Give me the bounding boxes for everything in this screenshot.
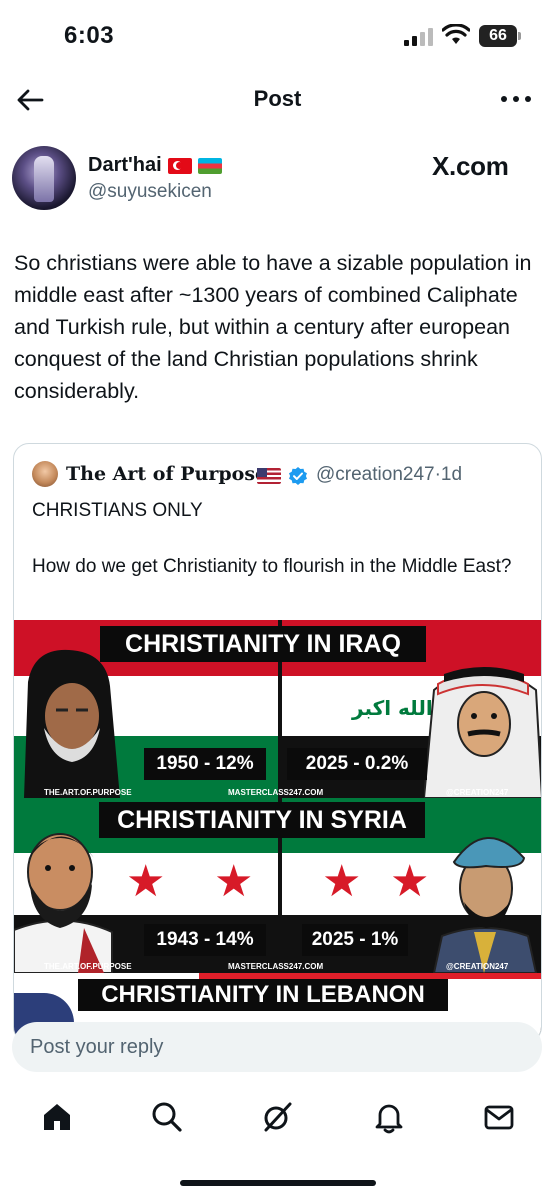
- iraq-right-label: 2025 - 0.2%: [287, 748, 427, 780]
- iraq-title: CHRISTIANITY IN IRAQ: [100, 626, 426, 662]
- page-title: Post: [253, 86, 302, 111]
- syria-title: CHRISTIANITY IN SYRIA: [99, 802, 425, 838]
- bearded-man-illustration: [14, 833, 113, 973]
- quoted-post[interactable]: The Art of Purpose @creation247·1d CHRIS…: [13, 443, 542, 1043]
- verified-badge-icon: [289, 467, 307, 485]
- priest-illustration: [24, 649, 120, 798]
- turkey-flag-icon: [167, 157, 192, 174]
- author-display-name[interactable]: Dart'hai: [88, 154, 162, 177]
- author-handle[interactable]: @suyusekicen: [88, 181, 212, 203]
- syria-center-credit: MASTERCLASS247.COM: [228, 962, 324, 971]
- quoted-post-line-2: How do we get Christianity to flourish i…: [32, 556, 512, 577]
- syria-right-credit: @CREATION247: [446, 962, 509, 971]
- cellular-signal-icon: [404, 28, 434, 46]
- iraq-right-credit: @CREATION247: [446, 788, 509, 797]
- iraq-left-credit: THE.ART.OF.PURPOSE: [44, 788, 132, 797]
- search-icon[interactable]: [150, 1100, 184, 1134]
- battery-icon: 66: [479, 25, 521, 47]
- iraq-section: الله اكبر CHRISTIANITY IN IRAQ 1950 - 12…: [14, 620, 541, 798]
- xcom-logo: X.com: [432, 151, 509, 181]
- syria-flag-star: ★: [214, 857, 254, 906]
- bottom-nav: [0, 1088, 555, 1148]
- syria-right-label: 2025 - 1%: [302, 924, 408, 956]
- infographic-image[interactable]: الله اكبر CHRISTIANITY IN IRAQ 1950 - 12…: [14, 620, 541, 1042]
- post-text: So christians were able to have a sizabl…: [14, 251, 532, 403]
- iraq-flag-script: الله اكبر: [352, 696, 433, 720]
- quoted-author-handle[interactable]: @creation247·1d: [316, 464, 462, 486]
- usa-flag-icon: [257, 468, 281, 484]
- reply-input[interactable]: [12, 1022, 542, 1072]
- quoted-author-avatar[interactable]: [32, 461, 58, 487]
- grok-icon[interactable]: [260, 1100, 294, 1134]
- turban-man-illustration: [432, 837, 538, 973]
- iraq-left-label: 1950 - 12%: [144, 748, 266, 780]
- author-avatar[interactable]: [12, 146, 76, 210]
- syria-flag-star: ★: [322, 857, 362, 906]
- status-time: 6:03: [64, 22, 115, 49]
- arab-man-illustration: [424, 667, 541, 798]
- author-name[interactable]: Dart'hai: [88, 154, 222, 177]
- status-bar: 6:03 66: [0, 0, 555, 70]
- reply-bar: [12, 1022, 542, 1072]
- messages-icon[interactable]: [482, 1100, 516, 1134]
- post-header: Post: [0, 70, 555, 130]
- quoted-post-line-1: CHRISTIANS ONLY: [32, 500, 203, 521]
- notifications-icon[interactable]: [372, 1100, 406, 1134]
- quoted-post-time: 1d: [440, 464, 463, 485]
- more-options-icon[interactable]: [501, 94, 531, 104]
- syria-left-label: 1943 - 14%: [144, 924, 266, 956]
- syria-flag-star: ★: [126, 857, 166, 906]
- wifi-icon: [442, 24, 470, 44]
- syria-section: ★ ★ ★ ★ CHRISTIANITY IN SYRIA 1943 - 14%…: [14, 798, 541, 973]
- iraq-center-credit: MASTERCLASS247.COM: [228, 788, 324, 797]
- lebanon-title: CHRISTIANITY IN LEBANON: [78, 979, 448, 1011]
- quoted-author-name[interactable]: The Art of Purpose: [66, 463, 267, 485]
- azerbaijan-flag-icon: [197, 157, 222, 174]
- syria-left-credit: THE.ART.OF.PURPOSE: [44, 962, 132, 971]
- home-indicator: [180, 1180, 376, 1186]
- home-icon[interactable]: [40, 1100, 74, 1134]
